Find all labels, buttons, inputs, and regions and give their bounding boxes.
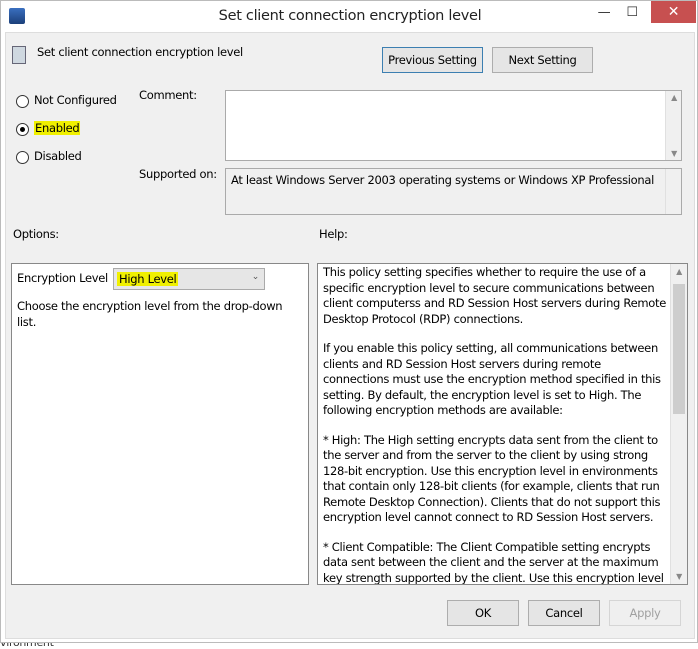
help-label: Help: <box>319 227 348 241</box>
dialog-body: Set client connection encryption level P… <box>5 32 695 639</box>
supported-on-field: At least Windows Server 2003 operating s… <box>225 168 682 215</box>
policy-icon <box>12 46 26 64</box>
policy-dialog: Set client connection encryption level —… <box>0 0 698 643</box>
scrollbar-thumb[interactable] <box>673 284 685 414</box>
title-bar[interactable]: Set client connection encryption level —… <box>1 1 698 33</box>
encryption-level-dropdown[interactable]: High Level ⌄ <box>113 268 265 290</box>
help-panel: This policy setting specifies whether to… <box>317 263 688 585</box>
setting-name: Set client connection encryption level <box>37 45 243 59</box>
options-label: Options: <box>13 227 59 241</box>
help-scrollbar[interactable]: ▲ ▼ <box>670 264 687 584</box>
encryption-level-label: Encryption Level <box>17 271 108 285</box>
scroll-down-icon[interactable]: ▼ <box>666 149 682 158</box>
comment-input[interactable]: ▲ ▼ <box>225 90 682 161</box>
previous-setting-button[interactable]: Previous Setting <box>382 47 483 73</box>
maximize-button[interactable]: ☐ <box>619 5 645 25</box>
minimize-button[interactable]: — <box>591 5 617 25</box>
help-paragraph: This policy setting specifies whether to… <box>323 265 666 326</box>
supported-scrollbar[interactable] <box>665 169 681 214</box>
radio-label: Not Configured <box>34 93 117 107</box>
help-paragraph: * High: The High setting encrypts data s… <box>323 432 661 525</box>
cancel-button[interactable]: Cancel <box>528 600 600 626</box>
chevron-down-icon: ⌄ <box>251 272 260 282</box>
help-paragraph: * Client Compatible: The Client Compatib… <box>323 539 664 585</box>
radio-button[interactable] <box>16 95 29 108</box>
comment-label: Comment: <box>139 88 197 102</box>
help-paragraph: If you enable this policy setting, all c… <box>323 341 661 417</box>
dropdown-value: High Level <box>117 272 179 286</box>
ok-button[interactable]: OK <box>447 600 519 626</box>
apply-button[interactable]: Apply <box>609 600 681 626</box>
supported-label: Supported on: <box>139 167 217 181</box>
scroll-up-icon[interactable]: ▲ <box>666 93 682 102</box>
radio-label: Enabled <box>34 121 81 135</box>
comment-scrollbar[interactable]: ▲ ▼ <box>665 91 681 160</box>
scroll-down-icon[interactable]: ▼ <box>671 572 687 581</box>
next-setting-button[interactable]: Next Setting <box>492 47 593 73</box>
radio-label: Disabled <box>34 149 82 163</box>
scroll-up-icon[interactable]: ▲ <box>671 267 687 276</box>
radio-button[interactable] <box>16 123 29 136</box>
options-description: Choose the encryption level from the dro… <box>17 299 283 329</box>
close-button[interactable]: ✕ <box>651 1 696 23</box>
supported-value: At least Windows Server 2003 operating s… <box>231 173 655 187</box>
radio-button[interactable] <box>16 151 29 164</box>
options-panel: Encryption Level High Level ⌄ Choose the… <box>11 263 309 585</box>
